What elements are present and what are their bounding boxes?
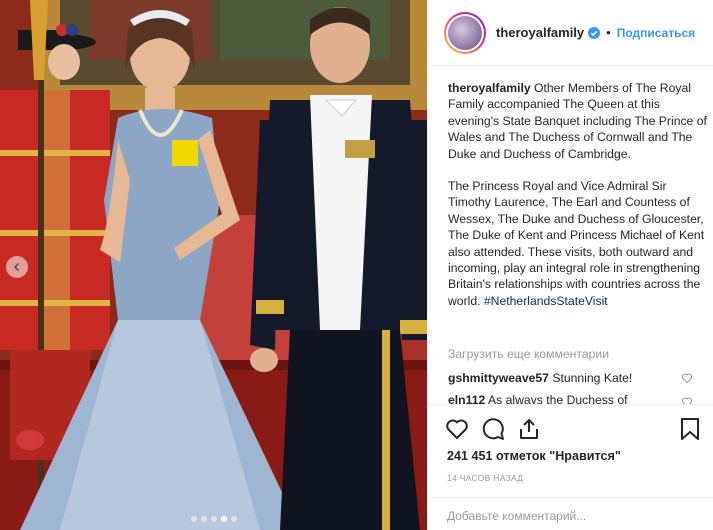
post-photo[interactable] — [0, 0, 427, 530]
caption-text-2: The Princess Royal and Vice Admiral Sir … — [448, 179, 705, 308]
comment-text: Stunning Kate! — [552, 371, 633, 385]
chevron-left-icon — [13, 262, 20, 272]
post-caption: theroyalfamily Other Members of The Roya… — [448, 80, 710, 325]
likes-count[interactable]: 241 451 отметок "Нравится" — [447, 449, 621, 463]
comment-like-icon[interactable] — [681, 372, 693, 384]
carousel-dot[interactable] — [210, 516, 217, 522]
caption-paragraph-1: theroyalfamily Other Members of The Roya… — [448, 80, 710, 162]
avatar[interactable] — [444, 11, 486, 54]
caption-paragraph-2: The Princess Royal and Vice Admiral Sir … — [448, 178, 710, 309]
hashtag-link[interactable]: #NetherlandsStateVisit — [484, 294, 608, 308]
avatar-image — [448, 15, 482, 50]
comment-icon[interactable] — [481, 417, 505, 441]
carousel-dot[interactable] — [190, 516, 197, 522]
comment-input-placeholder[interactable]: Добавьте комментарий... — [447, 509, 586, 523]
caption-username[interactable]: theroyalfamily — [448, 81, 531, 95]
post-timestamp[interactable]: 14 ЧАСОВ НАЗАД — [447, 473, 523, 483]
load-more-comments[interactable]: Загрузить еще комментарии — [448, 347, 609, 361]
bookmark-icon[interactable] — [679, 417, 701, 441]
carousel-previous-button[interactable] — [6, 256, 28, 278]
share-icon[interactable] — [517, 417, 541, 441]
header-username[interactable]: theroyalfamily — [496, 25, 584, 40]
follow-button[interactable]: Подписаться — [617, 26, 695, 40]
heart-icon[interactable] — [445, 417, 469, 441]
carousel-dot[interactable] — [230, 516, 237, 522]
header-separator: • — [606, 25, 611, 40]
carousel-dot[interactable] — [200, 516, 207, 522]
carousel-dot-active[interactable] — [220, 516, 227, 522]
post-actions: 241 451 отметок "Нравится" 14 ЧАСОВ НАЗА… — [427, 404, 713, 530]
action-icons — [445, 417, 701, 443]
comment-item: gshmittyweave57 Stunning Kate! — [448, 371, 698, 385]
add-comment-field[interactable]: Добавьте комментарий... — [427, 497, 713, 530]
carousel-dots — [0, 516, 427, 522]
comment-username[interactable]: gshmittyweave57 — [448, 371, 549, 385]
verified-icon — [588, 26, 601, 39]
photo-illustration — [0, 0, 427, 530]
post-header: theroyalfamily • Подписаться — [428, 0, 713, 66]
